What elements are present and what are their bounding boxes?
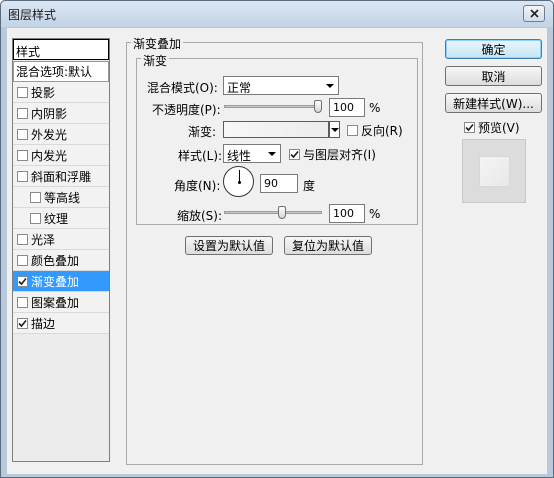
style-item-label: 投影 xyxy=(31,85,56,100)
group-title: 渐变叠加 xyxy=(131,35,184,52)
style-item[interactable]: 内阴影 xyxy=(13,103,109,124)
style-item[interactable]: 斜面和浮雕 xyxy=(13,166,109,187)
opacity-label: 不透明度(P): xyxy=(152,103,221,117)
style-item-label: 外发光 xyxy=(31,127,68,142)
style-item[interactable]: 光泽 xyxy=(13,229,109,250)
style-item[interactable]: 等高线 xyxy=(13,187,109,208)
style-item-checkbox[interactable] xyxy=(17,296,28,308)
style-item-checkbox[interactable] xyxy=(30,191,41,203)
style-item[interactable]: 投影 xyxy=(13,82,109,103)
style-item-checkbox[interactable] xyxy=(17,317,28,329)
checkmark-icon xyxy=(465,123,474,132)
style-item[interactable]: 渐变叠加 xyxy=(13,271,109,292)
dialog-body: 样式 混合选项:默认 投影 内阴影 外发光 内发光 斜面和浮雕 等高线 纹理 光泽 颜色叠加 渐变… xyxy=(7,28,547,474)
scale-slider-track[interactable] xyxy=(224,211,322,214)
style-item-checkbox[interactable] xyxy=(17,128,28,140)
checkbox-box[interactable] xyxy=(289,149,300,160)
chevron-down-icon xyxy=(331,128,339,132)
make-default-button[interactable]: 设置为默认值 xyxy=(185,236,273,255)
style-item-label: 颜色叠加 xyxy=(31,253,80,268)
reverse-checkbox[interactable]: 反向(R) xyxy=(347,122,403,139)
title-bar[interactable]: 图层样式 xyxy=(1,1,553,27)
style-item-checkbox[interactable] xyxy=(17,86,28,98)
opacity-input[interactable]: 100 xyxy=(329,98,365,117)
style-preview xyxy=(462,139,526,203)
scale-slider-thumb[interactable] xyxy=(278,206,286,219)
gradient-style-select[interactable]: 线性 xyxy=(223,144,281,163)
gradient-style-value: 线性 xyxy=(227,149,252,163)
layer-style-dialog: 图层样式 样式 混合选项:默认 投影内阴影外发光内发光斜面和浮雕等高线纹理光泽颜… xyxy=(0,0,554,478)
opacity-unit: % xyxy=(369,101,381,115)
angle-dial[interactable] xyxy=(223,166,254,197)
style-item[interactable]: 颜色叠加 xyxy=(13,250,109,271)
style-label: 样式(L): xyxy=(178,149,223,163)
preview-checkbox[interactable]: 预览(V) xyxy=(464,119,520,136)
angle-unit: 度 xyxy=(303,179,316,193)
style-item-checkbox[interactable] xyxy=(30,212,41,224)
checkmark-icon xyxy=(290,150,299,159)
scale-unit: % xyxy=(369,207,381,221)
checkbox-box[interactable] xyxy=(347,125,358,136)
chevron-down-icon xyxy=(268,152,276,156)
gradient-dropdown[interactable] xyxy=(329,121,340,138)
style-item-label: 内发光 xyxy=(31,148,68,163)
blend-options-item[interactable]: 混合选项:默认 xyxy=(13,61,109,82)
checkmark-icon xyxy=(18,319,27,327)
scale-label: 缩放(S): xyxy=(177,209,223,223)
scale-input[interactable]: 100 xyxy=(329,204,365,223)
style-item-label: 内阴影 xyxy=(31,106,68,121)
blend-options-label: 混合选项:默认 xyxy=(16,65,93,79)
align-with-layer-checkbox[interactable]: 与图层对齐(I) xyxy=(289,146,376,163)
ok-button[interactable]: 确定 xyxy=(445,39,542,59)
chevron-down-icon xyxy=(326,84,334,88)
style-item-checkbox[interactable] xyxy=(17,233,28,245)
angle-dial-center xyxy=(238,181,241,184)
opacity-slider-thumb[interactable] xyxy=(314,100,322,113)
style-item-checkbox[interactable] xyxy=(17,149,28,161)
gradient-label: 渐变: xyxy=(188,125,217,139)
checkmark-icon xyxy=(18,277,27,285)
style-preview-swatch xyxy=(479,156,510,187)
align-with-layer-label: 与图层对齐(I) xyxy=(303,148,376,162)
close-icon xyxy=(529,9,539,18)
subgroup-title: 渐变 xyxy=(141,52,170,69)
style-item[interactable]: 纹理 xyxy=(13,208,109,229)
style-item-label: 图案叠加 xyxy=(31,295,80,310)
blend-mode-select[interactable]: 正常 xyxy=(223,76,339,95)
style-item-checkbox[interactable] xyxy=(17,254,28,266)
reset-default-button[interactable]: 复位为默认值 xyxy=(284,236,372,255)
style-item[interactable]: 内发光 xyxy=(13,145,109,166)
style-item-label: 等高线 xyxy=(44,190,81,205)
blend-mode-value: 正常 xyxy=(227,81,252,95)
style-item[interactable]: 图案叠加 xyxy=(13,292,109,313)
gradient-picker[interactable] xyxy=(223,121,329,138)
new-style-button[interactable]: 新建样式(W)... xyxy=(445,93,542,113)
style-item-checkbox[interactable] xyxy=(17,275,28,287)
style-item-checkbox[interactable] xyxy=(17,107,28,119)
blend-mode-label: 混合模式(O): xyxy=(147,81,218,95)
reverse-label: 反向(R) xyxy=(361,124,403,138)
cancel-button[interactable]: 取消 xyxy=(445,66,542,86)
style-item-label: 纹理 xyxy=(44,211,69,226)
angle-label: 角度(N): xyxy=(174,179,221,193)
style-item[interactable]: 外发光 xyxy=(13,124,109,145)
style-item-label: 渐变叠加 xyxy=(31,274,80,289)
opacity-slider-track[interactable] xyxy=(224,105,322,108)
window-title: 图层样式 xyxy=(8,8,57,22)
style-list: 样式 混合选项:默认 投影内阴影外发光内发光斜面和浮雕等高线纹理光泽颜色叠加渐变… xyxy=(12,38,110,462)
style-item[interactable]: 描边 xyxy=(13,313,109,334)
angle-input[interactable]: 90 xyxy=(260,174,298,193)
close-button[interactable] xyxy=(523,5,545,22)
preview-label: 预览(V) xyxy=(478,121,520,135)
style-item-label: 描边 xyxy=(31,316,56,331)
style-item-label: 光泽 xyxy=(31,232,56,247)
style-item-checkbox[interactable] xyxy=(17,170,28,182)
style-list-header[interactable]: 样式 xyxy=(13,39,109,60)
style-item-label: 斜面和浮雕 xyxy=(31,169,92,184)
checkbox-box[interactable] xyxy=(464,122,475,133)
